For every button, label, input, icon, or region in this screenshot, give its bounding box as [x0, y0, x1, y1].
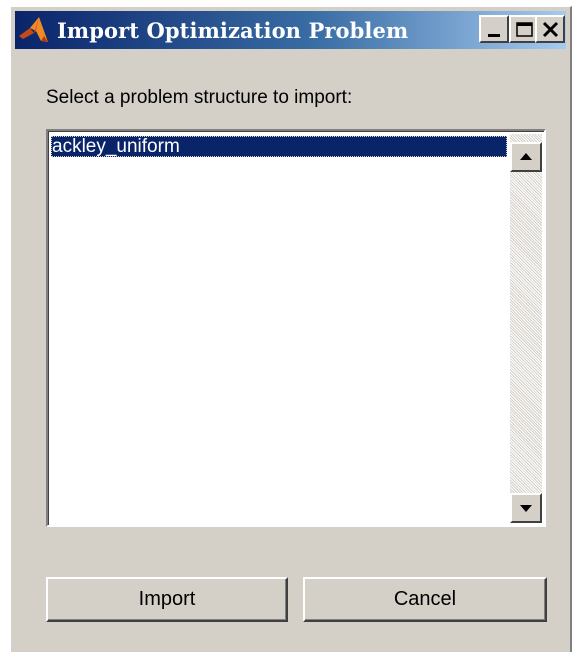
minimize-button[interactable] — [479, 15, 509, 43]
maximize-icon — [516, 22, 533, 37]
cancel-button[interactable]: Cancel — [303, 577, 547, 622]
problem-structure-list[interactable]: ackley_uniform — [46, 129, 546, 527]
minimize-icon — [488, 34, 500, 37]
import-dialog-window: Import Optimization Problem Select a pro… — [10, 6, 572, 652]
matlab-logo-icon — [19, 17, 48, 42]
scroll-up-button[interactable] — [510, 142, 542, 172]
import-button[interactable]: Import — [46, 577, 288, 622]
close-button[interactable] — [535, 15, 565, 43]
arrow-down-icon — [520, 505, 532, 512]
arrow-up-icon — [520, 153, 532, 160]
list-item[interactable]: ackley_uniform — [51, 136, 507, 157]
vertical-scrollbar[interactable] — [510, 134, 542, 523]
close-icon — [542, 21, 559, 38]
select-prompt-label: Select a problem structure to import: — [46, 87, 353, 108]
title-bar[interactable]: Import Optimization Problem — [15, 11, 566, 49]
window-title: Import Optimization Problem — [57, 18, 409, 43]
scroll-down-button[interactable] — [510, 493, 542, 523]
